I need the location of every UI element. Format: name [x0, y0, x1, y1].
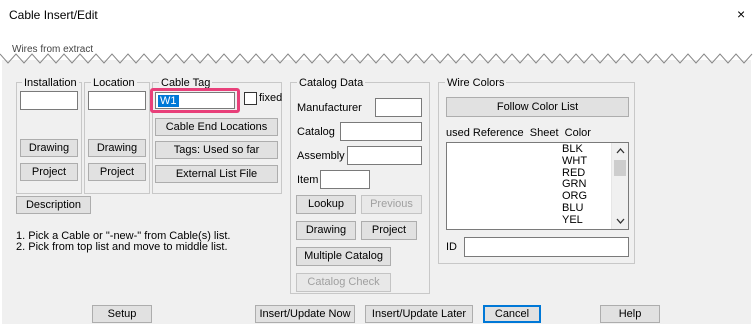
close-icon[interactable]: × [737, 6, 745, 22]
title-bar [0, 0, 753, 30]
insert-update-later-button[interactable]: Insert/Update Later [365, 305, 473, 323]
installation-label: Installation [22, 77, 79, 89]
scroll-down-icon[interactable] [616, 218, 625, 224]
scroll-thumb[interactable] [614, 160, 626, 176]
cable-end-locations-button[interactable]: Cable End Locations [155, 118, 278, 136]
fixed-label: fixed [259, 92, 283, 104]
cable-tag-value: W1 [158, 95, 179, 107]
torn-edge [0, 53, 753, 64]
id-input[interactable] [464, 237, 629, 257]
scroll-up-icon[interactable] [616, 148, 625, 154]
assembly-label: Assembly [297, 150, 345, 162]
wire-colors-column-headers: used Reference Sheet Color [446, 127, 591, 139]
previous-button[interactable]: Previous [361, 195, 422, 214]
catalog-data-label: Catalog Data [297, 77, 366, 89]
wire-colors-values: BLK WHT RED GRN ORG BLU YEL [562, 143, 602, 227]
external-list-button[interactable]: External List File [155, 165, 278, 183]
installation-project-button[interactable]: Project [20, 163, 78, 181]
wire-colors-label: Wire Colors [445, 77, 507, 89]
location-label: Location [91, 77, 137, 89]
catalog-label: Catalog [297, 126, 335, 138]
assembly-input[interactable] [347, 146, 422, 165]
insert-update-now-button[interactable]: Insert/Update Now [255, 305, 355, 323]
lookup-button[interactable]: Lookup [296, 195, 356, 214]
location-input[interactable] [88, 91, 146, 110]
setup-button[interactable]: Setup [92, 305, 152, 323]
item-input[interactable] [320, 170, 370, 189]
location-drawing-button[interactable]: Drawing [88, 139, 146, 157]
multiple-catalog-button[interactable]: Multiple Catalog [296, 247, 391, 266]
catalog-input[interactable] [340, 122, 422, 141]
catalog-drawing-button[interactable]: Drawing [296, 221, 356, 240]
list-item[interactable]: BLU [562, 202, 602, 215]
instruction-line-2: 2. Pick from top list and move to middle… [16, 241, 228, 253]
id-label: ID [446, 241, 457, 253]
wire-colors-scrollbar[interactable] [611, 143, 628, 229]
installation-drawing-button[interactable]: Drawing [20, 139, 78, 157]
item-label: Item [297, 174, 319, 186]
help-button[interactable]: Help [600, 305, 660, 323]
follow-color-list-button[interactable]: Follow Color List [446, 97, 629, 117]
location-project-button[interactable]: Project [88, 163, 146, 181]
manufacturer-input[interactable] [375, 98, 422, 117]
catalog-check-button[interactable]: Catalog Check [296, 273, 391, 292]
tags-used-button[interactable]: Tags: Used so far [155, 141, 278, 159]
cancel-button[interactable]: Cancel [483, 305, 541, 323]
catalog-project-button[interactable]: Project [361, 221, 417, 240]
window-title: Cable Insert/Edit [9, 8, 98, 22]
manufacturer-label: Manufacturer [297, 102, 362, 114]
list-item[interactable]: WHT [562, 155, 602, 168]
wire-colors-list[interactable]: BLK WHT RED GRN ORG BLU YEL [446, 142, 629, 230]
cable-tag-input[interactable]: W1 [155, 92, 235, 109]
fixed-checkbox[interactable] [244, 92, 257, 105]
installation-input[interactable] [20, 91, 78, 110]
list-item[interactable]: YEL [562, 214, 602, 227]
description-button[interactable]: Description [16, 196, 91, 214]
